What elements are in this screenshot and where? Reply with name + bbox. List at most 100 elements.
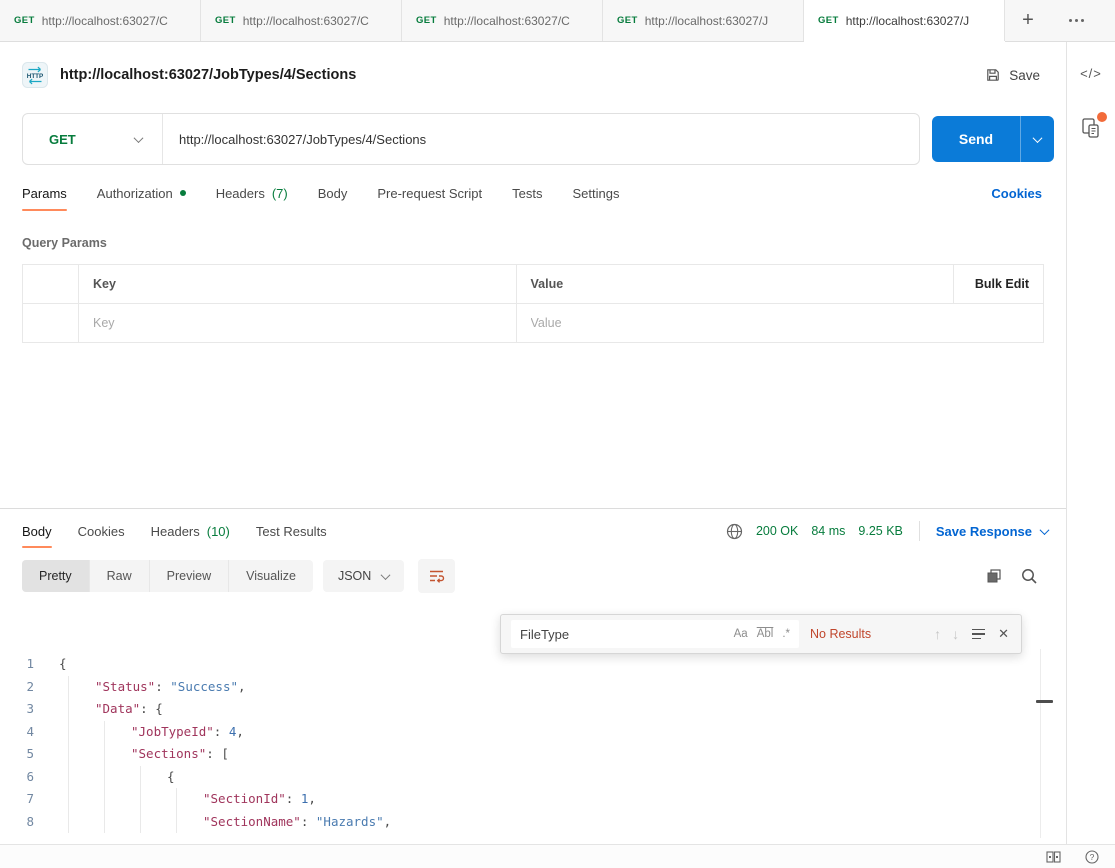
method-select[interactable]: GET: [23, 114, 163, 164]
tab-url-label: http://localhost:63027/C: [42, 14, 186, 28]
right-sidebar: </>: [1066, 42, 1115, 844]
tab-params[interactable]: Params: [22, 170, 67, 216]
line-number: 1: [0, 653, 34, 676]
tab-method-label: GET: [215, 15, 236, 26]
param-key-input[interactable]: [93, 316, 502, 330]
json-token: :: [301, 811, 316, 834]
match-case-toggle[interactable]: Aa: [734, 628, 748, 640]
save-response-button[interactable]: Save Response: [936, 524, 1054, 539]
http-request-icon: HTTP: [22, 62, 48, 88]
chevron-down-icon: [381, 570, 391, 580]
url-input[interactable]: http://localhost:63027/JobTypes/4/Sectio…: [163, 114, 919, 164]
tab-label: Test Results: [256, 524, 327, 539]
tab-authorization[interactable]: Authorization: [97, 170, 186, 216]
tab-count: (10): [207, 524, 230, 539]
help-button[interactable]: ?: [1085, 850, 1099, 864]
tab-headers[interactable]: Headers(7): [216, 170, 288, 216]
send-button[interactable]: Send: [932, 116, 1054, 162]
open-request-tab-5[interactable]: GEThttp://localhost:63027/J: [804, 0, 1005, 41]
json-token: :: [214, 721, 229, 744]
json-token: {: [155, 698, 163, 721]
notification-dot: [1097, 112, 1107, 122]
next-match-button[interactable]: ↓: [952, 626, 959, 642]
line-content: "Status": "Success",: [59, 676, 246, 699]
query-params-pane: Query Params Key Value Bulk Edit: [0, 216, 1066, 508]
wrap-lines-button[interactable]: [418, 559, 455, 593]
indent-guide: [68, 676, 95, 699]
api-client-app: GEThttp://localhost:63027/CGEThttp://loc…: [0, 0, 1115, 868]
line-number: 6: [0, 766, 34, 789]
line-number: 2: [0, 676, 34, 699]
view-tab-pretty[interactable]: Pretty: [22, 560, 90, 592]
find-input[interactable]: [520, 627, 725, 642]
status-badge[interactable]: 200 OK: [756, 524, 798, 538]
send-options-button[interactable]: [1020, 116, 1054, 162]
tab-test-results[interactable]: Test Results: [256, 509, 327, 553]
indent-guide: [68, 721, 95, 744]
bottom-panel-toggle-button[interactable]: [1046, 851, 1061, 863]
comments-button[interactable]: [1081, 117, 1101, 144]
param-value-input[interactable]: [531, 316, 1030, 330]
whole-word-toggle[interactable]: Abl: [757, 628, 774, 640]
tab-settings[interactable]: Settings: [572, 170, 619, 216]
tab-headers[interactable]: Headers(10): [151, 509, 230, 553]
json-token: :: [140, 698, 155, 721]
response-tab-list: Body Cookies Headers(10) Test Results: [22, 509, 327, 553]
response-size[interactable]: 9.25 KB: [858, 524, 902, 538]
copy-response-button[interactable]: [986, 568, 1002, 584]
tab-label: Body: [22, 524, 52, 539]
response-time[interactable]: 84 ms: [811, 524, 845, 538]
cookies-link[interactable]: Cookies: [991, 186, 1042, 201]
response-header: Body Cookies Headers(10) Test Results 200 O…: [0, 509, 1066, 553]
code-snippet-button[interactable]: </>: [1080, 66, 1102, 81]
indent-guide: [176, 811, 203, 834]
tab-cookies[interactable]: Cookies: [78, 509, 125, 553]
view-tab-preview[interactable]: Preview: [150, 560, 229, 592]
previous-match-button[interactable]: ↑: [934, 626, 941, 642]
open-request-tab-1[interactable]: GEThttp://localhost:63027/C: [0, 0, 201, 41]
json-token: ,: [384, 811, 392, 834]
line-content: "JobTypeId": 4,: [59, 721, 244, 744]
query-params-header-row: Key Value Bulk Edit: [23, 265, 1044, 304]
tab-label: Settings: [572, 186, 619, 201]
tab-pre-request-script[interactable]: Pre-request Script: [377, 170, 482, 216]
scrollbar-track: [1040, 649, 1041, 838]
copy-icon: [986, 568, 1002, 584]
tab-tests[interactable]: Tests: [512, 170, 542, 216]
indent-guide: [68, 811, 95, 834]
open-request-tab-3[interactable]: GEThttp://localhost:63027/C: [402, 0, 603, 41]
tab-url-label: http://localhost:63027/J: [846, 14, 990, 28]
tab-method-label: GET: [416, 15, 437, 26]
divider: [919, 521, 920, 541]
bulk-edit-button[interactable]: Bulk Edit: [954, 265, 1044, 304]
line-content: "Data": {: [59, 698, 163, 721]
regex-toggle[interactable]: .*: [782, 628, 790, 640]
open-request-tab-2[interactable]: GEThttp://localhost:63027/C: [201, 0, 402, 41]
method-label: GET: [49, 132, 76, 147]
find-options-icon[interactable]: [972, 629, 985, 640]
tab-body[interactable]: Body: [22, 509, 52, 553]
tab-label: Body: [318, 186, 348, 201]
word-wrap-icon: [428, 568, 445, 584]
json-token: ,: [236, 721, 244, 744]
open-request-tab-4[interactable]: GEThttp://localhost:63027/J: [603, 0, 804, 41]
code-line-5: 5"Sections": [: [0, 743, 1066, 766]
scrollbar-thumb[interactable]: [1036, 700, 1053, 703]
view-tab-visualize[interactable]: Visualize: [229, 560, 313, 592]
code-line-1: 1{: [0, 653, 1066, 676]
new-tab-button[interactable]: +: [1005, 0, 1051, 41]
tab-method-label: GET: [617, 15, 638, 26]
close-find-button[interactable]: ✕: [998, 626, 1009, 642]
search-response-button[interactable]: [1021, 568, 1038, 585]
tab-body[interactable]: Body: [318, 170, 348, 216]
indent-guide: [104, 811, 131, 834]
tab-options-button[interactable]: [1053, 0, 1099, 41]
request-tab-strip: GEThttp://localhost:63027/CGEThttp://loc…: [0, 0, 1115, 42]
status-bar: ?: [0, 844, 1115, 868]
json-token: "JobTypeId": [131, 721, 214, 744]
format-select[interactable]: JSON: [323, 560, 404, 592]
view-tab-raw[interactable]: Raw: [90, 560, 150, 592]
save-button[interactable]: Save: [985, 67, 1040, 83]
query-params-table: Key Value Bulk Edit: [22, 264, 1044, 343]
svg-text:HTTP: HTTP: [27, 73, 43, 80]
